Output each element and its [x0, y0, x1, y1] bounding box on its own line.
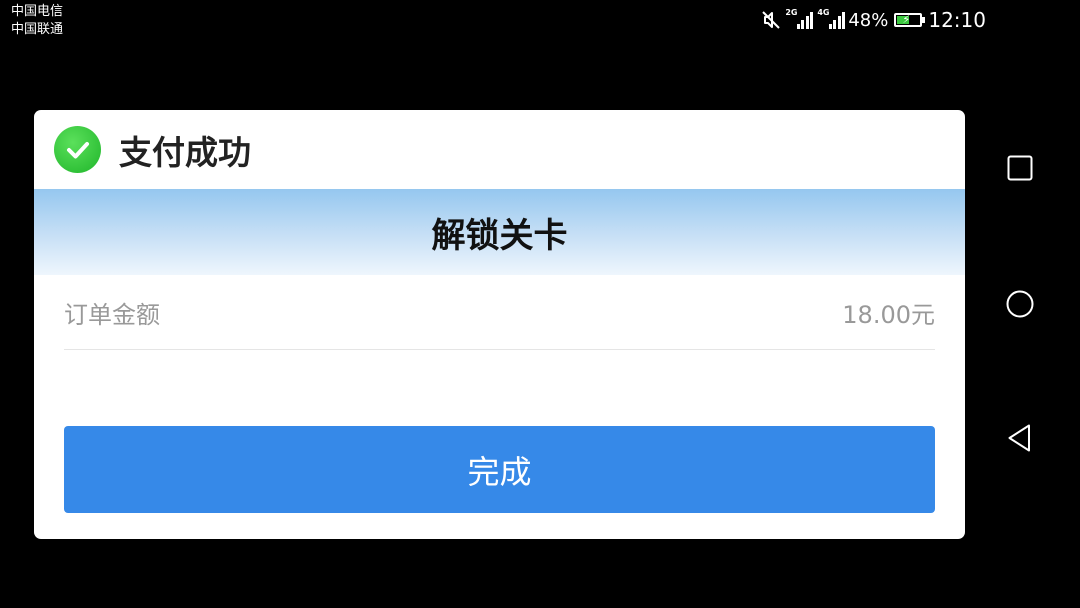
back-icon[interactable]	[1000, 418, 1040, 458]
carrier-2: 中国联通	[11, 22, 64, 37]
done-button[interactable]: 完成	[64, 426, 935, 513]
carrier-info: 中国电信 中国联通	[11, 3, 63, 39]
payment-success-dialog: 支付成功 解锁关卡 订单金额 18.00元 完成	[34, 110, 965, 539]
screen: 中国电信 中国联通 2G 4G 48% ⚡ 12:10 支付成功 解锁关卡 订单…	[0, 0, 1080, 608]
sim2-network-label: 4G	[817, 8, 830, 17]
battery-charging-icon: ⚡	[894, 13, 926, 27]
sim1-network-label: 2G	[785, 8, 798, 17]
dialog-title: 支付成功	[119, 132, 251, 172]
status-indicators: 2G 4G 48% ⚡ 12:10	[757, 8, 986, 32]
battery-percent: 48%	[848, 9, 889, 31]
product-name: 解锁关卡	[431, 215, 568, 256]
order-amount-value: 18.00元	[842, 300, 935, 329]
mute-icon	[761, 10, 781, 30]
order-amount-row: 订单金额 18.00元	[64, 275, 935, 350]
home-icon[interactable]	[1000, 284, 1040, 324]
recent-apps-icon[interactable]	[1000, 148, 1040, 188]
carrier-1: 中国电信	[11, 4, 64, 19]
navigation-bar	[960, 0, 1080, 608]
dialog-header: 支付成功	[34, 110, 965, 189]
check-circle-icon	[54, 126, 101, 173]
product-banner: 解锁关卡	[34, 189, 965, 275]
signal-icon: 4G	[817, 8, 846, 29]
signal-icon: 2G	[785, 8, 814, 29]
order-amount-label: 订单金额	[64, 300, 160, 329]
